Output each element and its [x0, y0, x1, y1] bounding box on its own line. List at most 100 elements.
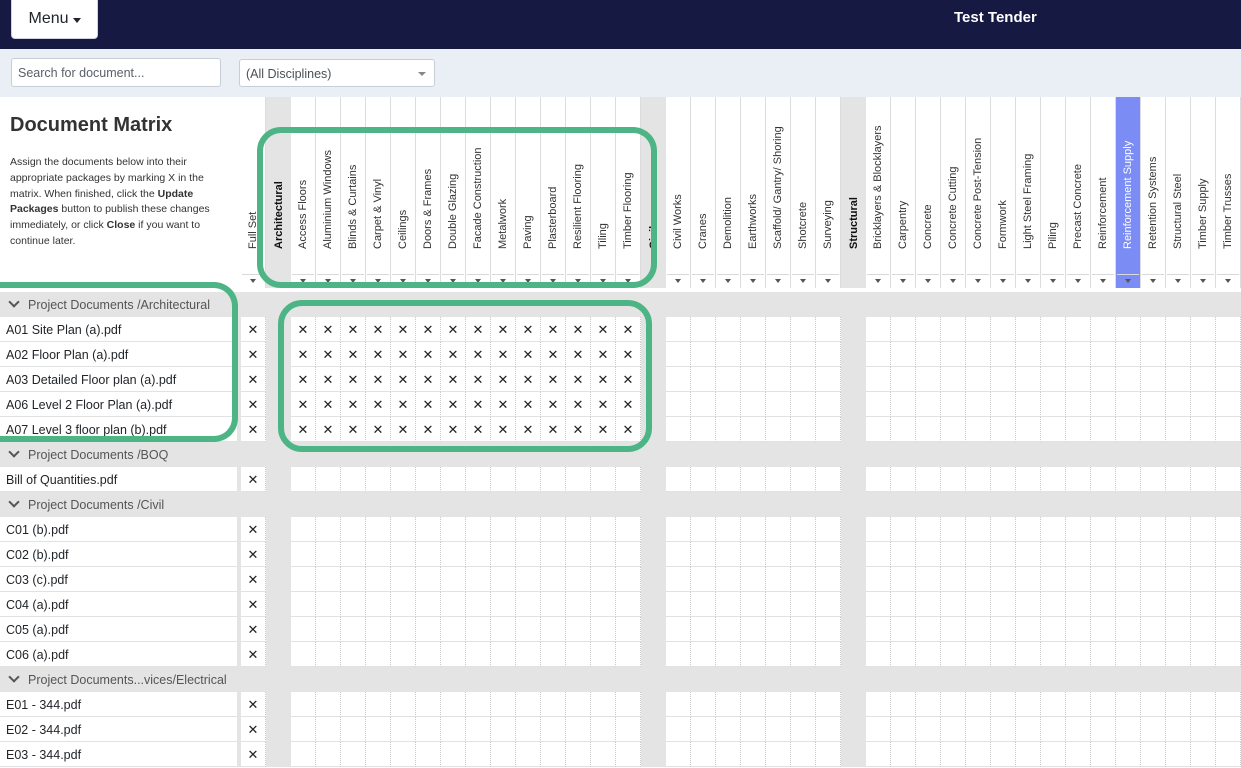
matrix-cell[interactable]: [1166, 692, 1191, 717]
matrix-cell[interactable]: [516, 742, 541, 767]
column-header-shotcrete[interactable]: Shotcrete: [791, 97, 816, 288]
column-dropdown-icon[interactable]: [742, 274, 764, 287]
matrix-cell[interactable]: [1091, 467, 1116, 492]
matrix-cell[interactable]: [566, 617, 591, 642]
column-header-structural[interactable]: Structural: [841, 97, 866, 288]
column-dropdown-icon[interactable]: [542, 274, 564, 287]
matrix-cell[interactable]: [566, 717, 591, 742]
matrix-cell[interactable]: [866, 642, 891, 667]
matrix-cell[interactable]: [966, 392, 991, 417]
matrix-cell[interactable]: [1141, 642, 1166, 667]
matrix-cell[interactable]: [816, 417, 841, 442]
matrix-cell[interactable]: [541, 542, 566, 567]
column-dropdown-icon[interactable]: [467, 274, 489, 287]
matrix-cell[interactable]: [616, 567, 641, 592]
matrix-cell[interactable]: [516, 517, 541, 542]
matrix-cell[interactable]: [866, 317, 891, 342]
matrix-cell[interactable]: [941, 617, 966, 642]
matrix-cell[interactable]: [291, 542, 316, 567]
matrix-cell[interactable]: [466, 617, 491, 642]
matrix-cell[interactable]: ✕: [566, 392, 591, 417]
matrix-cell[interactable]: [741, 517, 766, 542]
matrix-cell[interactable]: [1066, 542, 1091, 567]
matrix-cell[interactable]: [366, 517, 391, 542]
matrix-cell[interactable]: [1116, 742, 1141, 767]
matrix-cell[interactable]: [1016, 517, 1041, 542]
matrix-cell[interactable]: [366, 542, 391, 567]
matrix-cell[interactable]: [966, 342, 991, 367]
column-dropdown-icon[interactable]: [1192, 274, 1214, 287]
matrix-cell[interactable]: ✕: [241, 417, 266, 442]
matrix-cell[interactable]: ✕: [391, 417, 416, 442]
matrix-cell[interactable]: [1116, 517, 1141, 542]
matrix-cell[interactable]: [516, 642, 541, 667]
matrix-cell[interactable]: [1091, 717, 1116, 742]
matrix-cell[interactable]: [966, 417, 991, 442]
matrix-cell[interactable]: [591, 567, 616, 592]
matrix-cell[interactable]: [391, 517, 416, 542]
matrix-cell[interactable]: [341, 542, 366, 567]
matrix-cell[interactable]: [1016, 467, 1041, 492]
matrix-cell[interactable]: [1016, 317, 1041, 342]
matrix-cell[interactable]: [466, 717, 491, 742]
matrix-cell[interactable]: [941, 567, 966, 592]
matrix-cell[interactable]: ✕: [616, 342, 641, 367]
matrix-cell[interactable]: ✕: [516, 392, 541, 417]
matrix-cell[interactable]: ✕: [591, 392, 616, 417]
matrix-cell[interactable]: [891, 417, 916, 442]
column-dropdown-icon[interactable]: [967, 274, 989, 287]
matrix-cell[interactable]: [316, 617, 341, 642]
matrix-cell[interactable]: [391, 542, 416, 567]
discipline-select[interactable]: (All Disciplines): [239, 59, 435, 87]
matrix-cell[interactable]: ✕: [541, 367, 566, 392]
matrix-cell[interactable]: [741, 417, 766, 442]
column-header-light-steel-framing[interactable]: Light Steel Framing: [1016, 97, 1041, 288]
matrix-cell[interactable]: [716, 417, 741, 442]
matrix-cell[interactable]: [666, 367, 691, 392]
matrix-cell[interactable]: ✕: [441, 342, 466, 367]
column-dropdown-icon[interactable]: [917, 274, 939, 287]
matrix-cell[interactable]: [316, 742, 341, 767]
column-header-scaffold-gantry-shoring[interactable]: Scaffold/ Gantry/ Shoring: [766, 97, 791, 288]
matrix-cell[interactable]: [741, 317, 766, 342]
matrix-cell[interactable]: [716, 517, 741, 542]
matrix-cell[interactable]: [1141, 342, 1166, 367]
matrix-cell[interactable]: [366, 717, 391, 742]
matrix-cell[interactable]: [616, 717, 641, 742]
matrix-cell[interactable]: ✕: [491, 367, 516, 392]
matrix-cell[interactable]: [916, 642, 941, 667]
matrix-cell[interactable]: [1091, 392, 1116, 417]
matrix-cell[interactable]: [316, 717, 341, 742]
matrix-cell[interactable]: [1091, 742, 1116, 767]
column-header-resilient-flooring[interactable]: Resilient Flooring: [566, 97, 591, 288]
matrix-cell[interactable]: [991, 617, 1016, 642]
matrix-cell[interactable]: [1066, 592, 1091, 617]
matrix-cell[interactable]: [916, 592, 941, 617]
column-header-bricklayers-blocklayers[interactable]: Bricklayers & Blocklayers: [866, 97, 891, 288]
matrix-cell[interactable]: [1016, 542, 1041, 567]
matrix-cell[interactable]: [316, 592, 341, 617]
column-dropdown-icon[interactable]: [1142, 274, 1164, 287]
matrix-cell[interactable]: ✕: [541, 417, 566, 442]
matrix-cell[interactable]: [816, 392, 841, 417]
matrix-cell[interactable]: [616, 617, 641, 642]
matrix-cell[interactable]: [916, 367, 941, 392]
matrix-cell[interactable]: ✕: [591, 417, 616, 442]
matrix-cell[interactable]: [1166, 517, 1191, 542]
matrix-cell[interactable]: [966, 717, 991, 742]
column-header-piling[interactable]: Piling: [1041, 97, 1066, 288]
matrix-cell[interactable]: [1141, 517, 1166, 542]
column-header-full-set[interactable]: Full Set: [241, 97, 266, 288]
matrix-cell[interactable]: [1016, 592, 1041, 617]
matrix-cell[interactable]: [1091, 592, 1116, 617]
matrix-cell[interactable]: [791, 417, 816, 442]
matrix-cell[interactable]: [666, 542, 691, 567]
matrix-cell[interactable]: [1216, 617, 1241, 642]
matrix-cell[interactable]: [816, 642, 841, 667]
matrix-cell[interactable]: [466, 642, 491, 667]
matrix-cell[interactable]: [1016, 567, 1041, 592]
matrix-cell[interactable]: [991, 642, 1016, 667]
matrix-cell[interactable]: [1216, 592, 1241, 617]
matrix-cell[interactable]: [1041, 392, 1066, 417]
column-dropdown-icon[interactable]: [1042, 274, 1064, 287]
